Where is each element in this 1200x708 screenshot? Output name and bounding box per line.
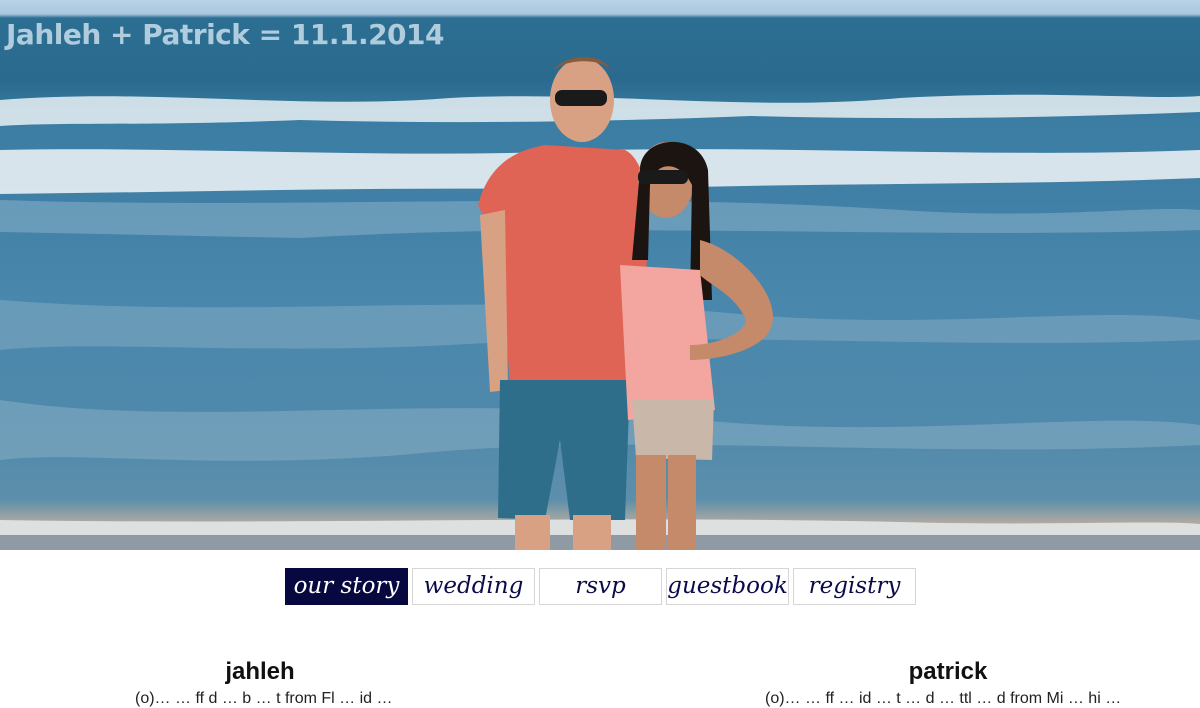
bio-name-patrick: patrick — [908, 658, 988, 685]
main-nav: our story wedding rsvp guestbook registr… — [285, 568, 916, 606]
tab-our-story[interactable]: our story — [285, 568, 408, 605]
beach-scene — [0, 56, 1200, 550]
tab-registry[interactable]: registry — [793, 568, 916, 605]
bio-name-jahleh: jahleh — [225, 658, 295, 685]
tab-rsvp[interactable]: rsvp — [539, 568, 662, 605]
site-title: Jahleh + Patrick = 11.1.2014 — [6, 18, 445, 51]
tab-wedding[interactable]: wedding — [412, 568, 535, 605]
hero-photo: Jahleh + Patrick = 11.1.2014 — [0, 0, 1200, 550]
bio-text-patrick: (o)… … ff … id … t … d … ttl … d from Mi… — [765, 690, 1122, 707]
tab-guestbook[interactable]: guestbook — [666, 568, 789, 605]
bio-text-jahleh: (o)… … ff d … b … t from Fl … id … — [135, 690, 393, 707]
